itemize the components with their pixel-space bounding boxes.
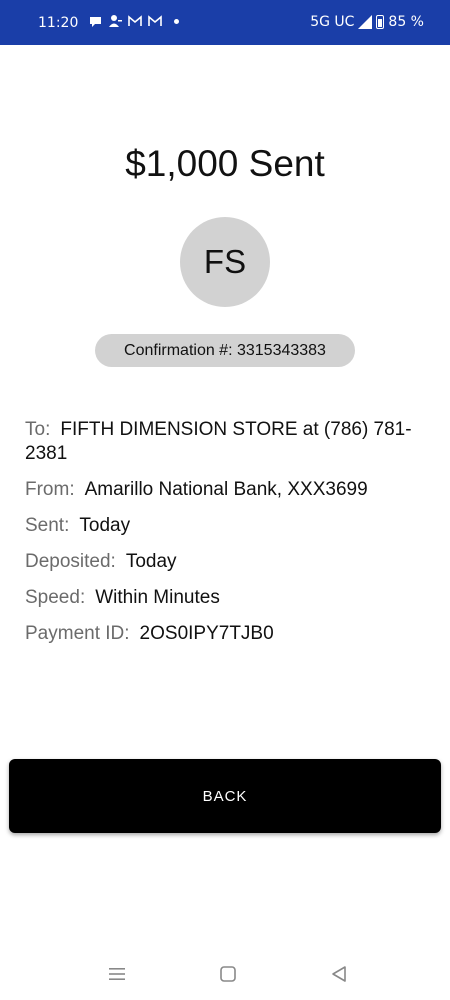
detail-label: To: xyxy=(25,419,51,440)
network-label: 5G UC xyxy=(310,14,355,30)
detail-label: Sent: xyxy=(25,515,70,536)
detail-row-speed: Speed: Within Minutes xyxy=(25,586,425,610)
detail-row-from: From: Amarillo National Bank, XXX3699 xyxy=(25,478,425,502)
nav-bar xyxy=(0,950,450,1000)
person-plus-icon xyxy=(108,14,122,28)
back-button[interactable]: BACK xyxy=(9,759,441,833)
battery-icon xyxy=(376,15,385,29)
signal-icon xyxy=(358,15,373,29)
notification-icons xyxy=(88,14,179,28)
detail-label: From: xyxy=(25,479,75,500)
dot-icon xyxy=(174,18,179,24)
status-bar: 11:20 5G UC 85 % xyxy=(0,0,450,45)
detail-value: Within Minutes xyxy=(95,587,220,608)
detail-row-to: To: FIFTH DIMENSION STORE at (786) 781-23… xyxy=(25,418,425,466)
page-title: $1,000 Sent xyxy=(125,143,325,184)
status-time: 11:20 xyxy=(38,15,79,31)
detail-value: 2OS0IPY7TJB0 xyxy=(139,623,274,644)
chat-bubble-icon xyxy=(88,14,102,28)
battery-label: 85 % xyxy=(388,14,424,30)
detail-value: FIFTH DIMENSION STORE at (786) 781-2381 xyxy=(25,419,412,464)
detail-value: Today xyxy=(125,551,177,572)
detail-label: Payment ID: xyxy=(25,623,130,644)
gmail-icon xyxy=(128,14,142,28)
detail-value: Today xyxy=(79,515,131,536)
details-list: To: FIFTH DIMENSION STORE at (786) 781-23… xyxy=(25,418,425,658)
detail-label: Deposited: xyxy=(25,551,116,572)
gmail-icon xyxy=(148,14,162,28)
recent-apps-icon[interactable] xyxy=(105,962,129,986)
detail-row-payment-id: Payment ID: 2OS0IPY7TJB0 xyxy=(25,622,425,646)
status-right: 5G UC 85 % xyxy=(310,14,424,30)
detail-value: Amarillo National Bank, XXX3699 xyxy=(84,479,368,500)
detail-row-deposited: Deposited: Today xyxy=(25,550,425,574)
detail-label: Speed: xyxy=(25,587,86,608)
detail-row-sent: Sent: Today xyxy=(25,514,425,538)
avatar: FS xyxy=(180,217,270,307)
home-icon[interactable] xyxy=(216,962,240,986)
confirmation-badge: Confirmation #: 3315343383 xyxy=(95,334,355,367)
back-icon[interactable] xyxy=(327,962,351,986)
